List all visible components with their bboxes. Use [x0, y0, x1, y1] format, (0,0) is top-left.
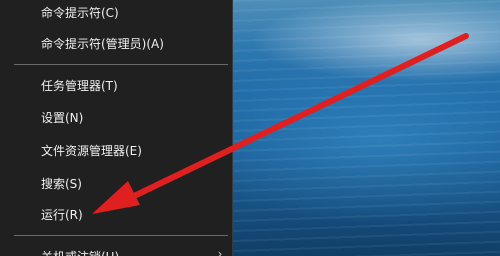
wallpaper-water-texture	[230, 0, 500, 256]
menu-item-shutdown-signout[interactable]: 关机或注销(U)	[41, 247, 119, 256]
menu-item-search[interactable]: 搜索(S)	[41, 174, 82, 194]
menu-divider	[14, 235, 228, 236]
chevron-right-icon: ›	[217, 247, 223, 256]
menu-item-run[interactable]: 运行(R)	[41, 205, 83, 225]
menu-item-task-manager[interactable]: 任务管理器(T)	[41, 76, 118, 96]
menu-item-settings[interactable]: 设置(N)	[41, 108, 83, 128]
menu-item-file-explorer[interactable]: 文件资源管理器(E)	[41, 141, 142, 161]
winx-context-menu: 命令提示符(C) 命令提示符(管理员)(A) 任务管理器(T) 设置(N) 文件…	[0, 0, 233, 256]
menu-divider	[14, 64, 228, 65]
menu-item-command-prompt[interactable]: 命令提示符(C)	[41, 3, 119, 23]
screen: 命令提示符(C) 命令提示符(管理员)(A) 任务管理器(T) 设置(N) 文件…	[0, 0, 500, 256]
menu-item-command-prompt-admin[interactable]: 命令提示符(管理员)(A)	[41, 34, 164, 54]
